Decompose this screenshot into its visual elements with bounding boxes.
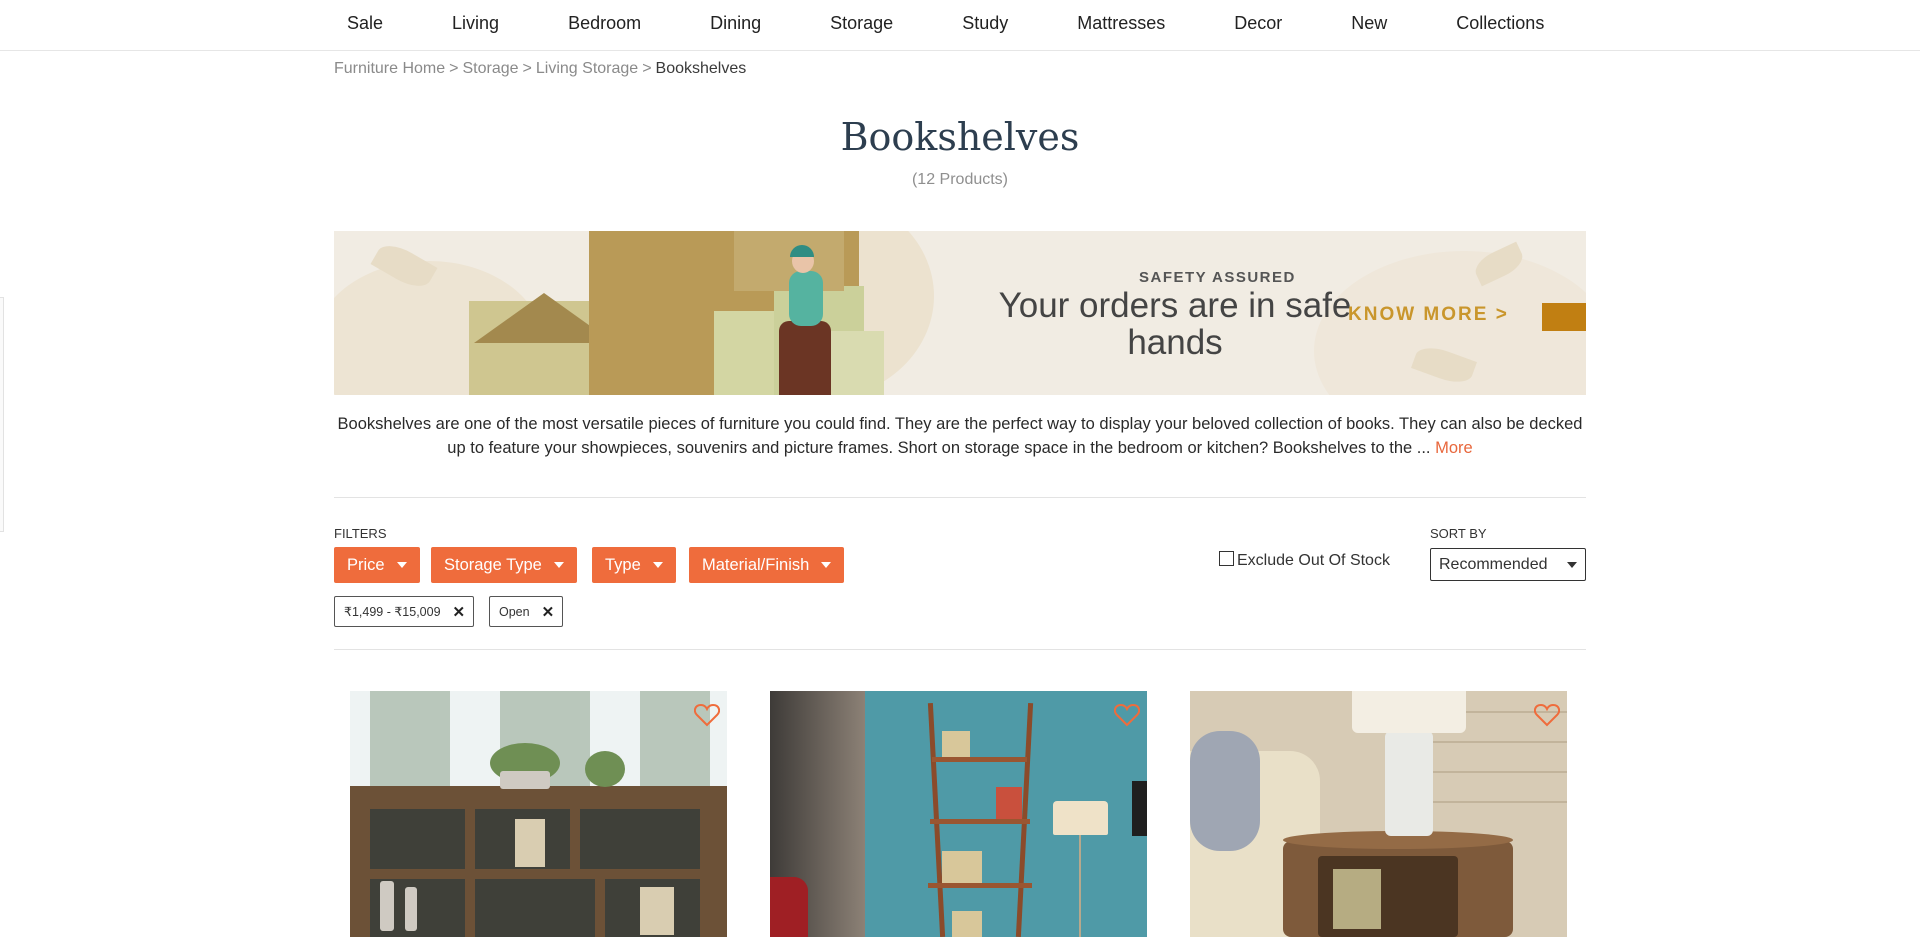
nav-item-living[interactable]: Living bbox=[452, 13, 499, 34]
page-title: Bookshelves bbox=[840, 115, 1080, 159]
sort-by-label: SORT BY bbox=[1430, 526, 1487, 541]
close-icon[interactable]: ✕ bbox=[453, 603, 466, 621]
divider bbox=[334, 497, 1586, 498]
sort-selected-value: Recommended bbox=[1439, 555, 1548, 573]
plant-decor bbox=[585, 751, 625, 787]
nav-item-bedroom[interactable]: Bedroom bbox=[568, 13, 641, 34]
caret-down-icon bbox=[652, 562, 663, 568]
banner-headline: Your orders are in safe hands bbox=[998, 286, 1352, 362]
cushion-decor bbox=[1190, 731, 1260, 851]
caret-down-icon bbox=[553, 562, 564, 568]
banner-eyebrow: SAFETY ASSURED bbox=[1139, 269, 1296, 286]
breadcrumb-link-furniture-home[interactable]: Furniture Home bbox=[334, 60, 445, 77]
nav-item-study[interactable]: Study bbox=[962, 13, 1008, 34]
caret-down-icon bbox=[821, 562, 832, 568]
chip-label: Open bbox=[499, 604, 530, 619]
filter-price-button[interactable]: Price bbox=[334, 547, 420, 583]
filter-material-finish-button[interactable]: Material/Finish bbox=[689, 547, 845, 583]
product-card[interactable] bbox=[350, 691, 727, 937]
books-decor bbox=[1333, 869, 1381, 929]
filter-storage-type-label: Storage Type bbox=[444, 555, 542, 574]
close-icon[interactable]: ✕ bbox=[542, 603, 555, 621]
books-decor bbox=[942, 851, 982, 883]
delivery-worker-illustration bbox=[789, 271, 823, 326]
books-decor bbox=[515, 819, 545, 867]
filter-material-finish-label: Material/Finish bbox=[702, 555, 810, 574]
sort-by-select[interactable]: Recommended bbox=[1430, 548, 1586, 581]
vase-decor bbox=[380, 881, 394, 931]
caret-down-icon bbox=[1567, 561, 1577, 568]
breadcrumb-current: Bookshelves bbox=[655, 60, 747, 77]
breadcrumb-link-living-storage[interactable]: Living Storage bbox=[536, 60, 638, 77]
exclude-out-of-stock-checkbox[interactable]: Exclude Out Of Stock bbox=[1219, 550, 1390, 570]
nav-item-storage[interactable]: Storage bbox=[830, 13, 893, 34]
heart-outline-icon[interactable] bbox=[1114, 703, 1140, 727]
breadcrumb-link-storage[interactable]: Storage bbox=[463, 60, 519, 77]
heart-outline-icon[interactable] bbox=[1534, 703, 1560, 727]
nav-item-collections[interactable]: Collections bbox=[1456, 13, 1544, 34]
nav-item-mattresses[interactable]: Mattresses bbox=[1077, 13, 1165, 34]
heart-outline-icon[interactable] bbox=[694, 703, 720, 727]
description-text: Bookshelves are one of the most versatil… bbox=[337, 415, 1583, 457]
lamp-decor bbox=[1385, 731, 1433, 836]
filter-price-label: Price bbox=[347, 555, 385, 574]
chip-label: ₹1,499 - ₹15,009 bbox=[344, 605, 441, 619]
breadcrumb-separator: > bbox=[449, 60, 459, 77]
nav-item-sale[interactable]: Sale bbox=[347, 13, 383, 34]
vase-decor bbox=[405, 887, 417, 931]
shelf-rung bbox=[930, 819, 1030, 824]
filter-type-button[interactable]: Type bbox=[592, 547, 676, 583]
filter-storage-type-button[interactable]: Storage Type bbox=[431, 547, 577, 583]
product-card[interactable] bbox=[1190, 691, 1567, 937]
nav-item-dining[interactable]: Dining bbox=[710, 13, 761, 34]
applied-filter-chip-price[interactable]: ₹1,499 - ₹15,009 ✕ bbox=[334, 596, 475, 627]
breadcrumb-separator: > bbox=[522, 60, 532, 77]
nav-item-new[interactable]: New bbox=[1351, 13, 1387, 34]
nav-menu: Sale Living Bedroom Dining Storage Study… bbox=[347, 0, 1544, 46]
pot-decor bbox=[500, 771, 550, 789]
lamp-decor bbox=[1352, 691, 1466, 733]
frame-decor bbox=[952, 911, 982, 937]
product-count: (12 Products) bbox=[911, 171, 1009, 188]
breadcrumb: Furniture Home > Storage > Living Storage > Bo… bbox=[334, 60, 746, 78]
filters-label: FILTERS bbox=[334, 526, 387, 541]
side-edge-tab[interactable] bbox=[0, 297, 4, 532]
nav-item-decor[interactable]: Decor bbox=[1234, 13, 1282, 34]
checkbox-box[interactable] bbox=[1219, 550, 1234, 566]
shelf-rung bbox=[928, 883, 1032, 888]
exclude-out-of-stock-label: Exclude Out Of Stock bbox=[1237, 552, 1390, 569]
lamp-decor bbox=[1079, 835, 1081, 937]
shelf-cell bbox=[475, 879, 595, 937]
delivery-worker-illustration bbox=[779, 321, 831, 395]
banner-side-tab bbox=[1542, 303, 1586, 331]
books-decor bbox=[996, 787, 1022, 819]
books-decor bbox=[942, 731, 970, 757]
shelf-rung bbox=[932, 757, 1027, 762]
filter-type-label: Type bbox=[605, 555, 641, 574]
breadcrumb-separator: > bbox=[642, 60, 652, 77]
chair-decor bbox=[770, 877, 808, 937]
product-image-detail bbox=[370, 691, 450, 786]
top-navigation: Sale Living Bedroom Dining Storage Study… bbox=[0, 0, 1920, 51]
shelf-cell bbox=[370, 809, 465, 869]
promo-banner[interactable]: SAFETY ASSURED Your orders are in safe h… bbox=[334, 231, 1586, 395]
picture-frame-decor bbox=[1132, 781, 1147, 836]
books-decor bbox=[640, 887, 674, 935]
know-more-link[interactable]: KNOW MORE > bbox=[1348, 304, 1509, 326]
applied-filter-chip-open[interactable]: Open ✕ bbox=[489, 596, 564, 627]
product-card[interactable] bbox=[770, 691, 1147, 937]
caret-down-icon bbox=[396, 562, 407, 568]
lamp-decor bbox=[1053, 801, 1108, 835]
divider bbox=[334, 649, 1586, 650]
shelf-cell bbox=[580, 809, 700, 869]
read-more-link[interactable]: More bbox=[1435, 439, 1473, 457]
category-description: Bookshelves are one of the most versatil… bbox=[334, 412, 1586, 460]
